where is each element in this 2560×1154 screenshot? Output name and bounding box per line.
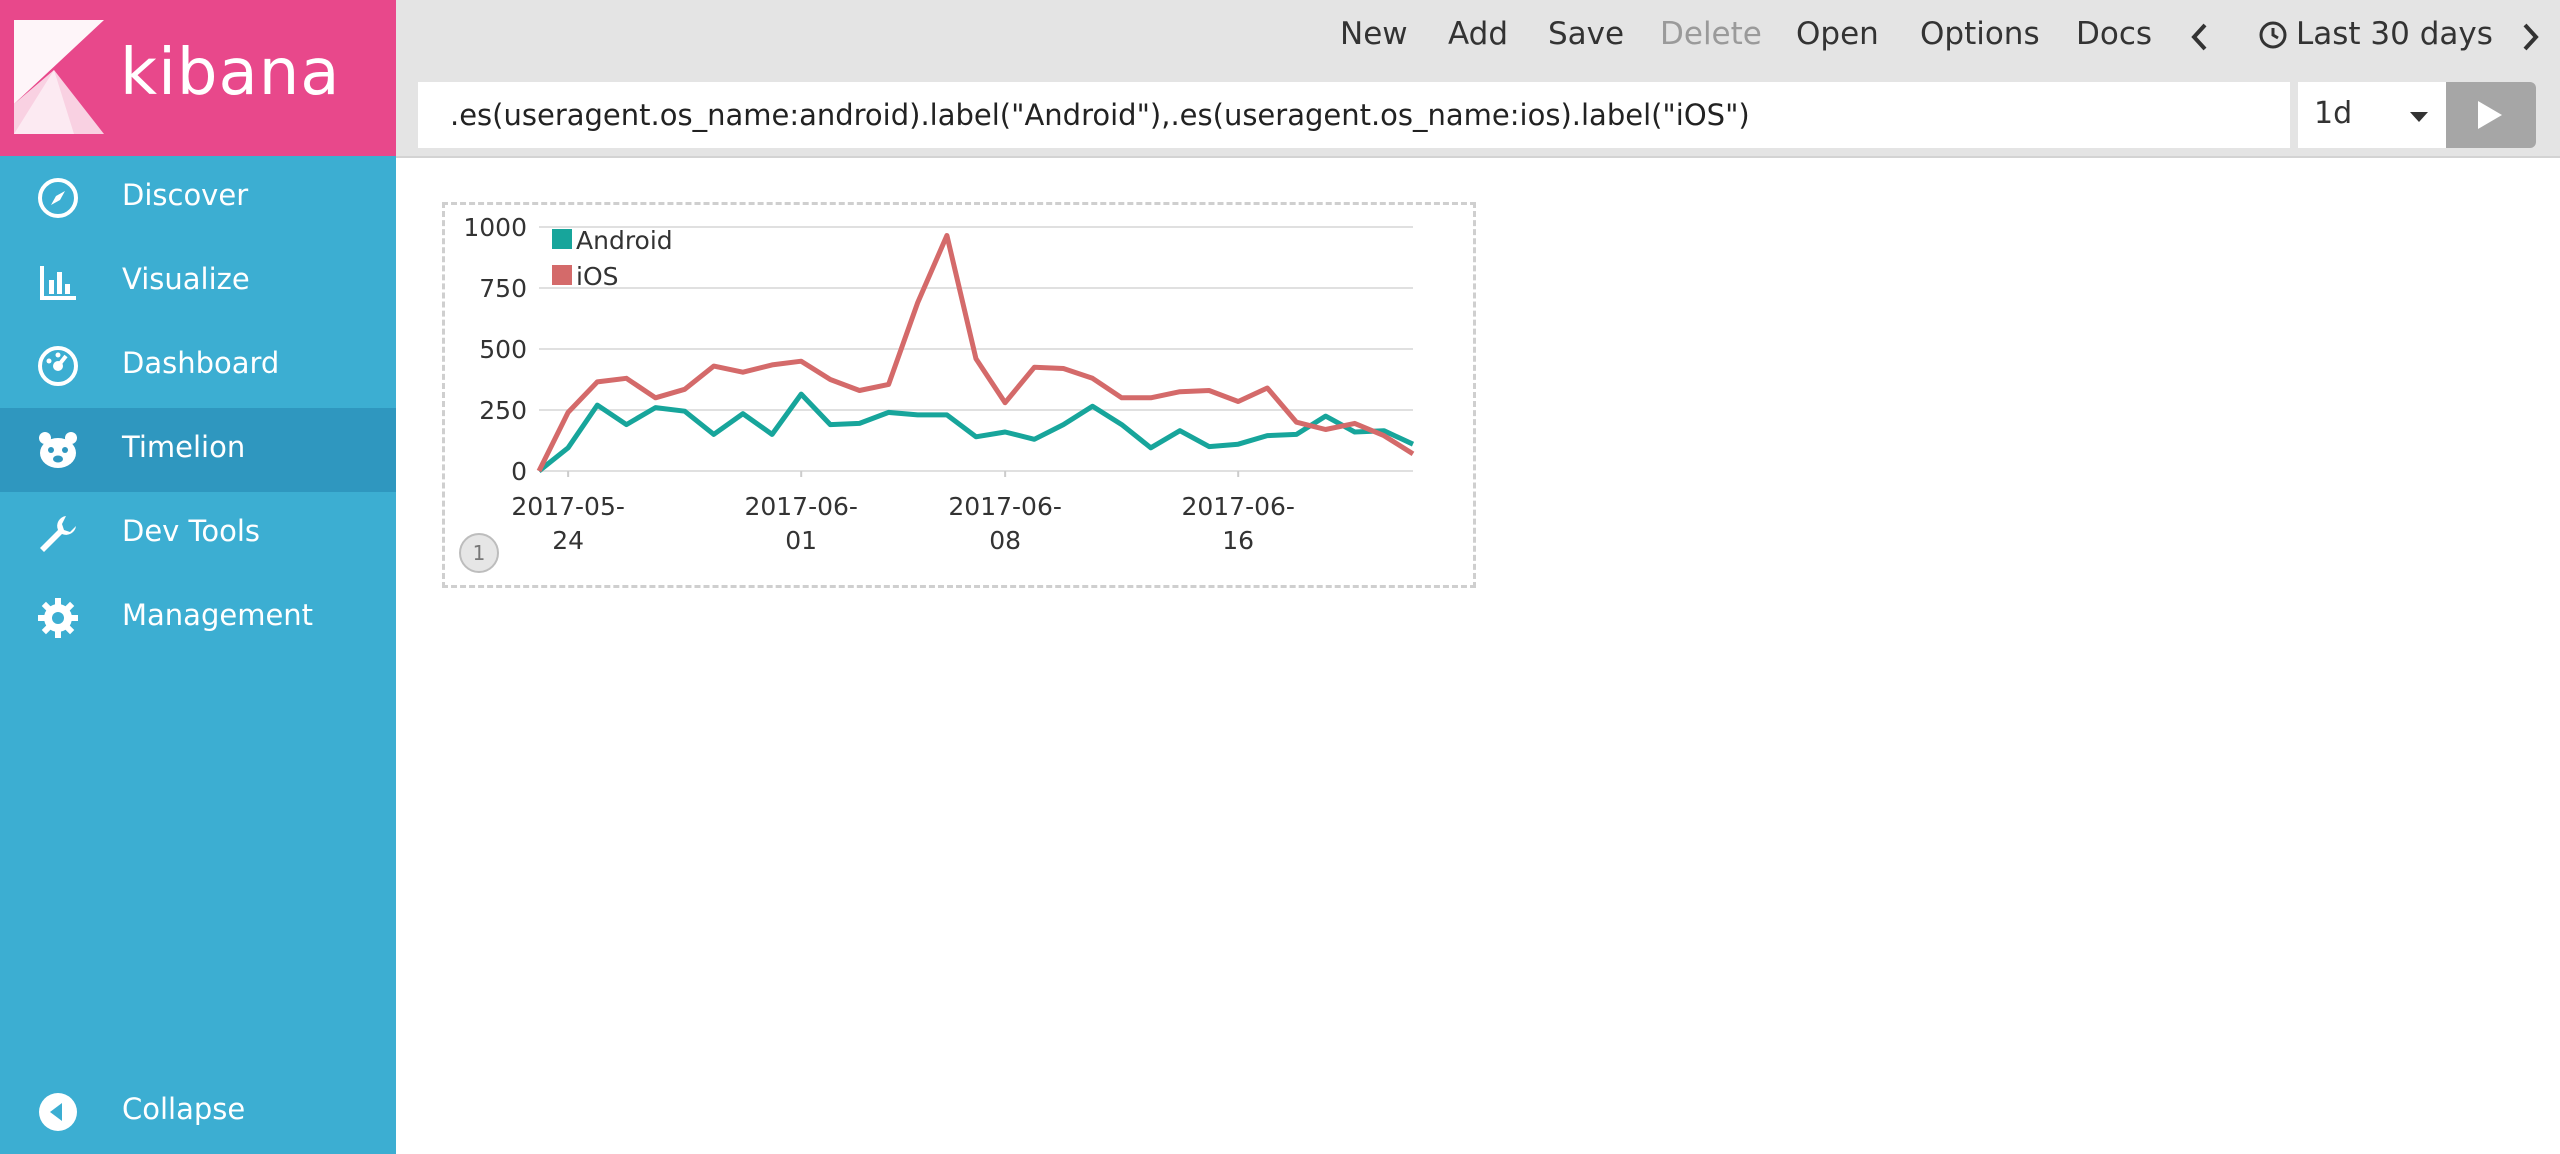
x-tick-label: 2017-05-24	[511, 492, 624, 555]
x-tick-label: 2017-06-08	[948, 492, 1061, 555]
sidebar-item-label: Discover	[122, 178, 249, 212]
x-tick-label: 2017-06-01	[744, 492, 857, 555]
sidebar-item-management[interactable]: Management	[0, 576, 396, 660]
expression-input[interactable]: .es(useragent.os_name:android).label("An…	[418, 82, 2290, 148]
sidebar-item-label: Dev Tools	[122, 514, 260, 548]
timelion-chart: 0 250 500 750 1000 2017-05-24 2017-06-01 2017-0…	[463, 213, 1415, 555]
clock-icon	[2259, 21, 2287, 49]
sidebar-item-label: Management	[122, 598, 314, 632]
sidebar-collapse-button[interactable]: Collapse	[0, 1070, 396, 1154]
interval-select[interactable]: 1d	[2296, 82, 2446, 148]
chevron-right-icon[interactable]	[2520, 22, 2540, 52]
interval-value: 1d	[2314, 96, 2353, 131]
sidebar-item-label: Timelion	[122, 430, 246, 464]
kibana-logo-icon	[14, 20, 104, 134]
wrench-icon	[40, 516, 76, 552]
bear-icon	[39, 432, 77, 468]
dashboard-gauge-icon	[38, 346, 78, 386]
legend-label: iOS	[576, 262, 619, 291]
legend-swatch-android	[552, 229, 572, 249]
sidebar-item-discover[interactable]: Discover	[0, 156, 396, 240]
sidebar-item-timelion[interactable]: Timelion	[0, 408, 396, 492]
save-button[interactable]: Save	[1548, 16, 1624, 52]
add-button[interactable]: Add	[1448, 16, 1508, 52]
compass-icon	[38, 178, 78, 218]
time-range-picker[interactable]: Last 30 days	[2296, 16, 2493, 52]
bar-chart-icon	[40, 266, 76, 300]
kibana-logo[interactable]: kibana	[0, 0, 396, 156]
collapse-label: Collapse	[122, 1092, 246, 1126]
sidebar-item-visualize[interactable]: Visualize	[0, 240, 396, 324]
legend-swatch-ios	[552, 265, 572, 285]
timelion-toolbar: New Add Save Delete Open Options Docs La…	[396, 0, 2560, 158]
run-button[interactable]	[2446, 82, 2536, 148]
open-button[interactable]: Open	[1796, 16, 1879, 52]
caret-down-icon	[2410, 112, 2428, 122]
docs-button[interactable]: Docs	[2076, 16, 2152, 52]
y-tick-label: 750	[479, 274, 527, 303]
options-button[interactable]: Options	[1920, 16, 2040, 52]
sidebar-item-label: Dashboard	[122, 346, 280, 380]
chevron-left-icon[interactable]	[2190, 22, 2210, 52]
y-tick-label: 1000	[463, 213, 527, 242]
legend-label: Android	[576, 226, 673, 255]
play-icon	[2478, 101, 2502, 129]
chart-panel[interactable]: 0 250 500 750 1000 2017-05-24 2017-06-01 2017-0…	[442, 202, 1476, 588]
panel-index-badge: 1	[459, 533, 499, 573]
new-button[interactable]: New	[1340, 16, 1408, 52]
sidebar: kibana Discover Visualize Dashboard Time…	[0, 0, 396, 1154]
collapse-arrow-icon	[39, 1093, 77, 1131]
sidebar-item-dev-tools[interactable]: Dev Tools	[0, 492, 396, 576]
sidebar-item-dashboard[interactable]: Dashboard	[0, 324, 396, 408]
gear-icon	[38, 598, 78, 638]
x-tick-label: 2017-06-16	[1181, 492, 1294, 555]
delete-button[interactable]: Delete	[1660, 16, 1762, 52]
sidebar-item-label: Visualize	[122, 262, 250, 296]
brand-name: kibana	[120, 36, 341, 110]
y-tick-label: 500	[479, 335, 527, 364]
y-tick-label: 250	[479, 396, 527, 425]
y-tick-label: 0	[511, 457, 527, 486]
